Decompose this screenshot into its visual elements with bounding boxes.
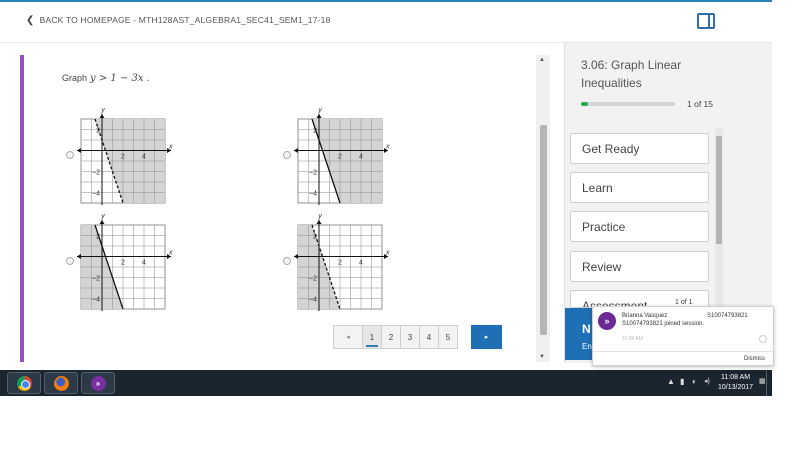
page-button-4[interactable]: 4 bbox=[419, 325, 439, 349]
question-text: Graph bbox=[62, 73, 88, 83]
top-accent-line bbox=[0, 0, 772, 2]
radio-button[interactable] bbox=[283, 151, 291, 159]
chrome-taskbar-button[interactable] bbox=[7, 372, 41, 394]
progress-fill bbox=[581, 102, 588, 106]
chevron-left-icon: ❮ bbox=[26, 15, 35, 26]
lesson-title: 3.06: Graph Linear Inequalities bbox=[581, 58, 682, 90]
back-label: BACK TO HOMEPAGE - MTH128AST_ALGEBRA1_SE… bbox=[39, 15, 331, 25]
notification-time: 11:08 AM bbox=[622, 336, 643, 342]
show-desktop-button[interactable] bbox=[766, 370, 772, 396]
taskbar-date: 10/13/2017 bbox=[718, 384, 754, 391]
taskbar-clock[interactable]: 11:08 AM 10/13/2017 bbox=[718, 373, 753, 393]
nav-practice[interactable]: Practice bbox=[570, 211, 709, 242]
radio-button[interactable] bbox=[283, 257, 291, 265]
sidebar-toggle-icon[interactable] bbox=[697, 13, 715, 29]
page-button-3[interactable]: 3 bbox=[400, 325, 420, 349]
scroll-up-icon[interactable]: ▲ bbox=[539, 57, 545, 63]
progress-count: 1 of 15 bbox=[687, 99, 713, 109]
radio-button[interactable] bbox=[66, 257, 74, 265]
lesson-progress-bar bbox=[581, 102, 675, 106]
scroll-down-icon[interactable]: ▼ bbox=[539, 354, 545, 360]
battery-icon[interactable]: ▮ bbox=[680, 377, 684, 386]
question-prompt: Graph y > 1 − 3x . bbox=[62, 73, 150, 84]
notification-message: S10074793821 joined session. bbox=[622, 321, 705, 327]
clock-icon bbox=[759, 335, 767, 343]
schoology-icon: » bbox=[90, 375, 106, 391]
question-card: Graph y > 1 − 3x . bbox=[24, 55, 536, 362]
sidebar-scrollbar[interactable] bbox=[715, 128, 723, 306]
prev-page-button[interactable]: ◂ bbox=[333, 325, 363, 349]
notification-name: Brianna Vasquez bbox=[622, 313, 668, 319]
page-button-5[interactable]: 5 bbox=[438, 325, 458, 349]
notification-id: S10074793821 bbox=[707, 313, 748, 319]
radio-button[interactable] bbox=[66, 151, 74, 159]
sidebar-scrollbar-thumb[interactable] bbox=[716, 136, 722, 244]
firefox-taskbar-button[interactable] bbox=[44, 372, 78, 394]
schoology-icon: » bbox=[598, 312, 616, 330]
taskbar-time: 11:08 AM bbox=[720, 374, 751, 381]
page-button-1[interactable]: 1 bbox=[362, 325, 382, 349]
page-button-2[interactable]: 2 bbox=[381, 325, 401, 349]
next-page-button[interactable]: ▸ bbox=[471, 325, 502, 349]
scrollbar-thumb[interactable] bbox=[540, 125, 547, 335]
nav-get-ready[interactable]: Get Ready bbox=[570, 133, 709, 164]
volume-icon[interactable]: ◂) bbox=[704, 377, 710, 385]
assessment-count: 1 of 1 bbox=[675, 299, 693, 306]
question-pagination: ◂ 1 2 3 4 5 bbox=[333, 325, 458, 349]
nav-review[interactable]: Review bbox=[570, 251, 709, 282]
notifications-icon[interactable]: ▦ bbox=[759, 377, 766, 385]
chrome-icon bbox=[16, 375, 32, 391]
network-icon[interactable]: ◐ bbox=[692, 377, 697, 386]
os-taskbar: » ▲ ▮ ◐ ◂) ▦ 11:08 AM 10/13/2017 bbox=[0, 370, 772, 396]
content-scrollbar[interactable]: ▲ ▼ bbox=[536, 55, 550, 362]
next-lesson-label: N bbox=[582, 322, 591, 336]
inequality-expression: y > 1 − 3x . bbox=[90, 73, 150, 84]
firefox-icon bbox=[53, 375, 69, 391]
back-to-homepage-link[interactable]: ❮ BACK TO HOMEPAGE - MTH128AST_ALGEBRA1_S… bbox=[26, 15, 331, 26]
dismiss-label: Dismiss bbox=[744, 356, 765, 362]
top-bar: ❮ BACK TO HOMEPAGE - MTH128AST_ALGEBRA1_S… bbox=[0, 0, 772, 43]
question-panel: Graph y > 1 − 3x . bbox=[20, 55, 550, 362]
dismiss-button[interactable]: Dismiss bbox=[593, 351, 773, 366]
nav-learn[interactable]: Learn bbox=[570, 172, 709, 203]
schoology-taskbar-button[interactable]: » bbox=[81, 372, 115, 394]
notification-toast: » Brianna Vasquez S10074793821 S10074793… bbox=[592, 306, 774, 366]
show-hidden-icons-icon[interactable]: ▲ bbox=[667, 377, 675, 386]
